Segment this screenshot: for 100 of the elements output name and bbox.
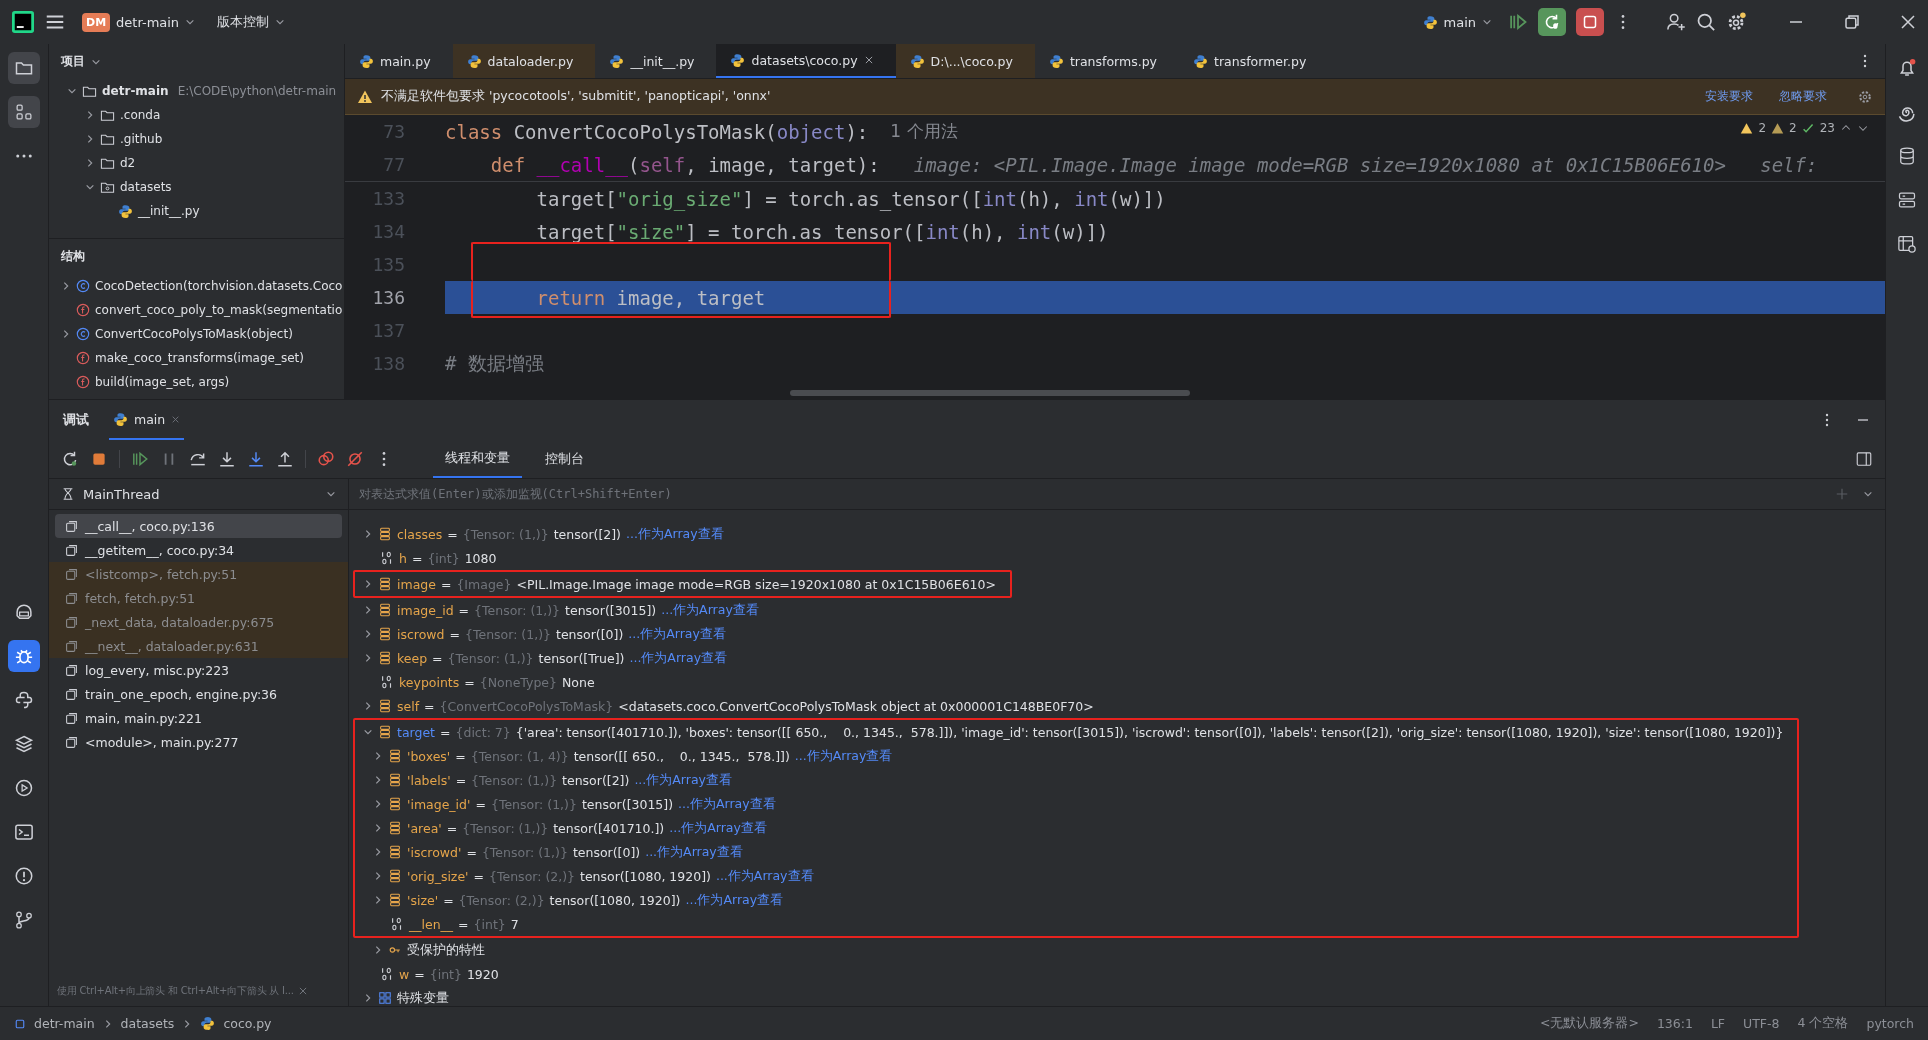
chevron-icon[interactable] xyxy=(61,329,71,339)
session-tab[interactable]: main xyxy=(109,400,185,440)
chevron-icon[interactable] xyxy=(67,86,77,96)
array-view-link[interactable]: ...作为Array查看 xyxy=(715,867,814,885)
status-item[interactable]: UTF-8 xyxy=(1743,1016,1780,1031)
array-view-link[interactable]: ...作为Array查看 xyxy=(626,525,724,543)
editor-tab[interactable]: transformer.py xyxy=(1179,44,1329,78)
array-view-link[interactable]: ...作为Array查看 xyxy=(669,819,767,837)
status-item[interactable]: LF xyxy=(1710,1016,1726,1031)
structure-icon[interactable] xyxy=(14,102,34,122)
stack-frame[interactable]: train_one_epoch, engine.py:36 xyxy=(55,682,342,706)
branch-icon[interactable] xyxy=(14,910,34,930)
panel-title[interactable]: 项目 xyxy=(61,53,85,70)
banner-link[interactable]: 忽略要求 xyxy=(1779,88,1827,105)
add-user-icon[interactable] xyxy=(1666,12,1686,32)
database-icon[interactable] xyxy=(1897,146,1917,166)
chevron-icon[interactable] xyxy=(61,281,71,291)
structure-item[interactable]: CocoDetection(torchvision.datasets.Coco xyxy=(95,279,343,293)
stack-frame[interactable]: fetch, fetch.py:51 xyxy=(49,586,348,610)
run-config-selector[interactable]: main xyxy=(1416,10,1498,34)
rerun-icon[interactable] xyxy=(61,450,79,468)
tree-item[interactable]: .conda xyxy=(120,108,161,122)
chevron-icon[interactable] xyxy=(363,993,373,1003)
breakpoints-icon[interactable] xyxy=(317,450,335,468)
server-icon[interactable] xyxy=(1897,190,1917,210)
warning-circle-icon[interactable] xyxy=(14,866,34,886)
chevron-icon[interactable] xyxy=(373,823,383,833)
editor-tab[interactable]: __init__.py xyxy=(595,44,717,78)
status-item[interactable]: pytorch xyxy=(1866,1016,1914,1031)
stop-button[interactable] xyxy=(1576,8,1604,36)
chevron-icon[interactable] xyxy=(363,579,373,589)
structure-item[interactable]: build(image_set, args) xyxy=(95,375,230,389)
stack-frame[interactable]: main, main.py:221 xyxy=(55,706,342,730)
chevron-icon[interactable] xyxy=(373,847,383,857)
rerun-debug-button[interactable] xyxy=(1538,8,1566,36)
tree-item[interactable]: detr-main xyxy=(102,84,169,98)
chevron-icon[interactable] xyxy=(363,653,373,663)
chevron-icon[interactable] xyxy=(363,605,373,615)
chevron-icon[interactable] xyxy=(373,945,383,955)
view-tab[interactable]: 控制台 xyxy=(533,440,596,478)
array-view-link[interactable]: ...作为Array查看 xyxy=(794,747,893,765)
search-icon[interactable] xyxy=(1696,12,1716,32)
array-view-link[interactable]: ...作为Array查看 xyxy=(661,601,759,619)
array-view-link[interactable]: ...作为Array查看 xyxy=(645,843,743,861)
weak-warning-icon[interactable] xyxy=(1771,121,1785,135)
chevron-icon[interactable] xyxy=(373,799,383,809)
terminal-icon[interactable] xyxy=(14,822,34,842)
chevron-icon[interactable] xyxy=(363,629,373,639)
breadcrumb[interactable]: datasets xyxy=(120,1016,175,1031)
stop-icon[interactable] xyxy=(90,450,108,468)
stack-frame[interactable]: __call__, coco.py:136 xyxy=(55,514,342,538)
scrollbar[interactable] xyxy=(790,390,1190,396)
stack-frame[interactable]: _next_data, dataloader.py:675 xyxy=(49,610,348,634)
warning-count[interactable]: 2 xyxy=(1758,121,1767,135)
chevron-icon[interactable] xyxy=(373,775,383,785)
settings-icon[interactable] xyxy=(1857,88,1873,105)
stack-frame[interactable]: <listcomp>, fetch.py:51 xyxy=(49,562,348,586)
chevron-icon[interactable] xyxy=(373,751,383,761)
step-over-icon[interactable] xyxy=(189,450,207,468)
status-item[interactable]: 4 个空格 xyxy=(1797,1015,1849,1032)
editor-tab[interactable]: D:\...\coco.py xyxy=(895,44,1035,78)
array-view-link[interactable]: ...作为Array查看 xyxy=(634,771,732,789)
python-console-icon[interactable] xyxy=(14,690,34,710)
array-view-link[interactable]: ...作为Array查看 xyxy=(629,649,728,667)
mute-breakpoints-icon[interactable] xyxy=(346,450,364,468)
editor-tab[interactable]: transforms.py xyxy=(1034,44,1180,78)
status-item[interactable]: <无默认服务器> xyxy=(1539,1015,1639,1032)
chevron-icon[interactable] xyxy=(85,158,95,168)
layout-icon[interactable] xyxy=(1855,450,1873,468)
editor-tab[interactable]: dataloader.py xyxy=(452,44,596,78)
table-view-icon[interactable] xyxy=(1897,234,1917,254)
chevron-icon[interactable] xyxy=(373,895,383,905)
chevron-icon[interactable] xyxy=(85,110,95,120)
chevron-icon[interactable] xyxy=(85,134,95,144)
stack-frame[interactable]: <module>, main.py:277 xyxy=(55,730,342,754)
tool-window-button[interactable] xyxy=(8,640,40,672)
chevron-icon[interactable] xyxy=(85,182,95,192)
array-view-link[interactable]: ...作为Array查看 xyxy=(685,891,784,909)
stack-frame[interactable]: log_every, misc.py:223 xyxy=(55,658,342,682)
stack-frame[interactable]: __next__, dataloader.py:631 xyxy=(49,634,348,658)
notifications-icon[interactable] xyxy=(1897,58,1917,78)
close-icon[interactable] xyxy=(863,55,874,65)
check-icon[interactable] xyxy=(1801,121,1815,135)
tree-item[interactable]: .github xyxy=(120,132,163,146)
resume-icon[interactable] xyxy=(1508,12,1528,32)
banner-link[interactable]: 安装要求 xyxy=(1705,88,1753,105)
step-out-icon[interactable] xyxy=(276,450,294,468)
chevron-icon[interactable] xyxy=(363,727,373,737)
settings-icon[interactable] xyxy=(1726,12,1746,32)
usage-hint[interactable]: 1 个用法 xyxy=(890,120,958,143)
run-icon[interactable] xyxy=(14,778,34,798)
chevron-icon[interactable] xyxy=(363,529,373,539)
structure-item[interactable]: make_coco_transforms(image_set) xyxy=(95,351,304,365)
breadcrumb[interactable]: detr-main xyxy=(34,1016,95,1031)
warning-icon[interactable] xyxy=(1740,121,1754,135)
tool-window-button[interactable] xyxy=(8,96,40,128)
tool-window-button[interactable] xyxy=(8,52,40,84)
editor-tab[interactable]: datasets\coco.py xyxy=(716,44,896,78)
chevron-icon[interactable] xyxy=(363,701,373,711)
status-item[interactable]: 136:1 xyxy=(1656,1016,1693,1031)
